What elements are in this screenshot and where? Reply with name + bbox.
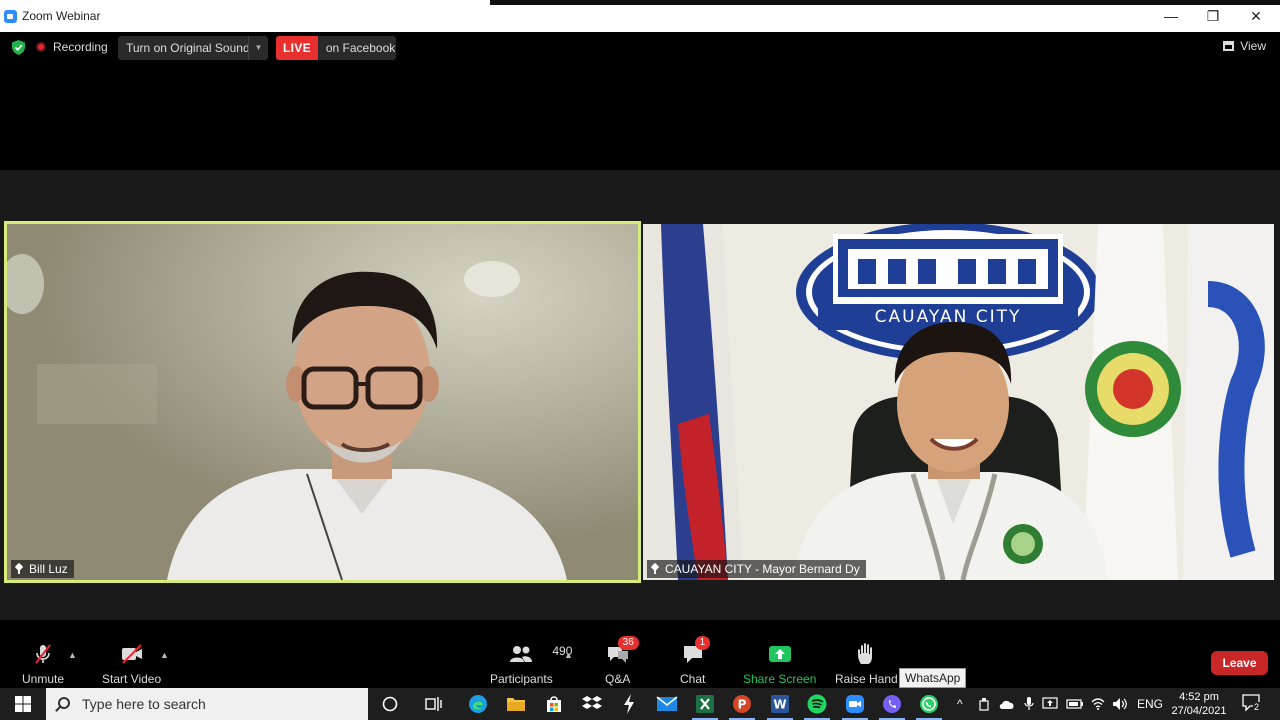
video-tile-active-speaker[interactable]: Bill Luz	[4, 221, 641, 583]
minimize-button[interactable]: —	[1156, 6, 1186, 26]
share-screen-button[interactable]: Share Screen	[743, 642, 816, 686]
chat-label: Chat	[680, 672, 706, 686]
chat-icon: 1	[681, 636, 711, 666]
dropbox-icon[interactable]	[577, 692, 607, 716]
participants-chevron-icon[interactable]: ▲	[564, 650, 573, 660]
close-button[interactable]: ✕	[1241, 6, 1271, 26]
chat-button[interactable]: 1 Chat	[680, 636, 711, 686]
security-shield-icon[interactable]	[12, 40, 25, 55]
notification-center-icon[interactable]: 2	[1242, 694, 1262, 712]
microphone-icon[interactable]	[1024, 688, 1034, 720]
unmute-button[interactable]: Unmute	[22, 642, 64, 686]
participant-name: CAUAYAN CITY - Mayor Bernard Dy	[665, 562, 860, 576]
view-grid-icon	[1223, 41, 1235, 51]
viber-icon[interactable]	[877, 692, 907, 720]
participants-icon: 490	[508, 642, 572, 666]
recording-indicator[interactable]: Recording	[36, 36, 108, 58]
clock-date: 27/04/2021	[1171, 705, 1227, 717]
chat-badge: 1	[694, 636, 711, 650]
taskbar-clock[interactable]: 4:52 pm 27/04/2021	[1168, 690, 1230, 718]
search-icon	[58, 697, 70, 709]
muted-microphone-icon	[31, 642, 55, 666]
svg-text:P: P	[738, 698, 747, 712]
participant-video	[7, 224, 638, 580]
participant-video: CAUAYAN CITY	[643, 224, 1274, 580]
original-sound-label: Turn on Original Sound	[126, 41, 250, 55]
excel-icon[interactable]	[690, 692, 720, 720]
clock-time: 4:52 pm	[1179, 691, 1219, 703]
window-titlebar: Zoom Webinar — ❐ ✕	[0, 0, 1280, 32]
whatsapp-tooltip: WhatsApp	[899, 668, 967, 688]
raise-hand-button[interactable]: Raise Hand	[835, 642, 898, 686]
show-hidden-icons-chevron-icon[interactable]: ^	[957, 688, 963, 720]
edge-icon[interactable]	[463, 692, 493, 716]
qa-icon: 36	[606, 636, 639, 666]
start-video-label: Start Video	[102, 672, 162, 686]
video-off-icon	[119, 642, 145, 666]
windows-taskbar: Type here to search P W ^ ENG 4:52 pm 27…	[0, 688, 1280, 720]
notification-count: 2	[1253, 702, 1261, 712]
word-icon[interactable]: W	[765, 692, 795, 720]
live-badge: LIVE	[276, 36, 318, 60]
search-placeholder: Type here to search	[82, 696, 206, 712]
live-destination: on Facebook	[325, 41, 396, 55]
chevron-down-icon[interactable]: ▼	[248, 36, 268, 60]
whatsapp-icon[interactable]	[914, 692, 944, 720]
usb-device-icon[interactable]	[978, 688, 990, 720]
zoom-icon[interactable]	[840, 692, 870, 720]
zap-icon[interactable]	[614, 692, 644, 716]
share-screen-label: Share Screen	[743, 672, 817, 686]
volume-icon[interactable]	[1112, 688, 1128, 720]
start-button[interactable]	[0, 688, 46, 720]
file-explorer-icon[interactable]	[501, 692, 531, 716]
share-screen-icon	[767, 642, 793, 666]
qa-label: Q&A	[605, 672, 631, 686]
video-tile-participant[interactable]: CAUAYAN CITY CAUAYAN CITY - Mayor Bernar…	[643, 224, 1274, 580]
language-indicator[interactable]: ENG	[1137, 688, 1163, 720]
svg-text:W: W	[773, 698, 786, 712]
participants-label: Participants	[490, 672, 553, 686]
titlebar-edge	[490, 0, 1280, 5]
participant-name: Bill Luz	[29, 562, 68, 576]
store-icon[interactable]	[539, 692, 569, 716]
spotify-icon[interactable]	[802, 692, 832, 720]
qa-badge: 36	[617, 636, 639, 650]
window-title: Zoom Webinar	[22, 9, 101, 23]
restore-button[interactable]: ❐	[1198, 6, 1228, 26]
screen-share-tray-icon[interactable]	[1042, 688, 1058, 720]
audio-options-chevron-icon[interactable]: ▲	[68, 650, 77, 660]
task-view-icon[interactable]	[419, 692, 449, 716]
powerpoint-icon[interactable]: P	[727, 692, 757, 720]
video-options-chevron-icon[interactable]: ▲	[160, 650, 169, 660]
pin-icon	[651, 564, 659, 574]
windows-logo-icon	[15, 696, 31, 712]
onedrive-cloud-icon[interactable]	[998, 688, 1016, 720]
leave-button[interactable]: Leave	[1211, 651, 1268, 675]
recording-label: Recording	[53, 40, 108, 54]
live-stream-status[interactable]: LIVE on Facebook	[276, 36, 396, 60]
cortana-icon[interactable]	[375, 692, 405, 716]
mail-icon[interactable]	[652, 692, 682, 716]
taskbar-search-input[interactable]: Type here to search	[46, 688, 368, 720]
participant-name-tag: CAUAYAN CITY - Mayor Bernard Dy	[647, 560, 866, 578]
zoom-app-icon	[4, 10, 17, 23]
original-sound-button[interactable]: Turn on Original Sound ▼	[118, 36, 268, 60]
raise-hand-label: Raise Hand	[835, 672, 898, 686]
qa-button[interactable]: 36 Q&A	[605, 636, 639, 686]
participants-button[interactable]: 490 Participants	[490, 642, 572, 686]
unmute-label: Unmute	[22, 672, 65, 686]
participant-name-tag: Bill Luz	[11, 560, 74, 578]
view-label: View	[1240, 39, 1266, 53]
battery-icon[interactable]	[1066, 688, 1084, 720]
wifi-icon[interactable]	[1091, 688, 1105, 720]
start-video-button[interactable]: Start Video	[102, 642, 161, 686]
view-button[interactable]: View	[1223, 39, 1266, 53]
meeting-topbar: Recording Turn on Original Sound ▼ LIVE …	[0, 32, 1280, 62]
pin-icon	[15, 564, 23, 574]
raise-hand-icon	[855, 642, 877, 666]
record-dot-icon	[36, 42, 46, 52]
meeting-toolbar: Unmute ▲ Start Video ▲ 490 Participants …	[0, 636, 1280, 688]
